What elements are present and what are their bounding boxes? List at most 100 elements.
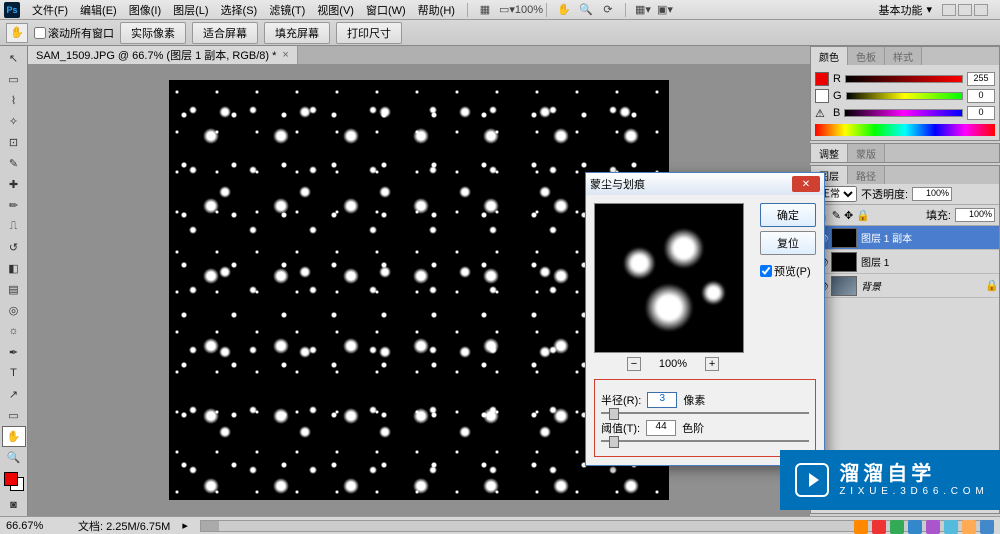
- layer-row[interactable]: 👁 图层 1: [811, 250, 999, 274]
- tab-swatches[interactable]: 色板: [848, 47, 885, 65]
- dialog-close-button[interactable]: ✕: [792, 176, 820, 192]
- hand-tool-icon[interactable]: ✋: [6, 23, 28, 43]
- move-tool-icon[interactable]: ↖: [2, 48, 26, 69]
- rotate-icon[interactable]: ⟳: [599, 2, 617, 18]
- tray-icon[interactable]: [980, 520, 994, 534]
- dialog-titlebar[interactable]: 蒙尘与划痕 ✕: [586, 173, 824, 195]
- preview-checkbox[interactable]: 预览(P): [760, 263, 816, 279]
- opacity-value[interactable]: 100%: [912, 187, 952, 201]
- tray-icons: [854, 520, 994, 534]
- type-tool-icon[interactable]: T: [2, 363, 26, 384]
- watermark-title: 溜溜自学: [839, 462, 984, 486]
- spectrum-bar[interactable]: [815, 124, 995, 136]
- shape-tool-icon[interactable]: ▭: [2, 405, 26, 426]
- menu-help[interactable]: 帮助(H): [412, 0, 461, 20]
- dodge-tool-icon[interactable]: ☼: [2, 321, 26, 342]
- hand-icon[interactable]: ✋: [555, 2, 573, 18]
- color-swatch[interactable]: [4, 472, 24, 491]
- fg-chip[interactable]: [815, 72, 829, 86]
- crop-tool-icon[interactable]: ⊡: [2, 132, 26, 153]
- radius-slider[interactable]: [601, 412, 809, 414]
- document-tab-bar: SAM_1509.JPG @ 66.7% (图层 1 副本, RGB/8) * …: [28, 46, 810, 64]
- status-zoom[interactable]: 66.67%: [6, 520, 66, 532]
- bg-chip[interactable]: [815, 89, 829, 103]
- r-value[interactable]: 255: [967, 72, 995, 86]
- actual-pixels-button[interactable]: 实际像素: [120, 22, 186, 44]
- g-slider[interactable]: [846, 92, 963, 100]
- tab-adjustments[interactable]: 调整: [811, 144, 848, 162]
- marquee-tool-icon[interactable]: ▭: [2, 69, 26, 90]
- layer-row[interactable]: 👁 图层 1 副本: [811, 226, 999, 250]
- tab-color[interactable]: 颜色: [811, 47, 848, 65]
- zoom-in-button[interactable]: +: [705, 357, 719, 371]
- stamp-tool-icon[interactable]: ⎍: [2, 216, 26, 237]
- brush-tool-icon[interactable]: ✏: [2, 195, 26, 216]
- launch-bridge-icon[interactable]: ▦: [476, 2, 494, 18]
- fill-screen-button[interactable]: 填充屏幕: [264, 22, 330, 44]
- eraser-tool-icon[interactable]: ◧: [2, 258, 26, 279]
- history-brush-tool-icon[interactable]: ↺: [2, 237, 26, 258]
- close-tab-icon[interactable]: ×: [282, 49, 288, 61]
- menu-select[interactable]: 选择(S): [215, 0, 264, 20]
- view-extras-icon[interactable]: ▭▾: [498, 2, 516, 18]
- hand-tool-icon[interactable]: ✋: [2, 426, 26, 447]
- layer-row[interactable]: 👁 背景 🔒: [811, 274, 999, 298]
- scroll-all-windows-checkbox[interactable]: 滚动所有窗口: [34, 25, 114, 41]
- ok-button[interactable]: 确定: [760, 203, 816, 227]
- play-icon: [795, 463, 829, 497]
- pen-tool-icon[interactable]: ✒: [2, 342, 26, 363]
- screen-mode-icon[interactable]: ▣▾: [656, 2, 674, 18]
- menu-edit[interactable]: 编辑(E): [74, 0, 123, 20]
- workspace-switcher[interactable]: 基本功能▾: [870, 0, 996, 20]
- gradient-tool-icon[interactable]: ▤: [2, 279, 26, 300]
- document-tab[interactable]: SAM_1509.JPG @ 66.7% (图层 1 副本, RGB/8) * …: [28, 46, 298, 64]
- minimize-button[interactable]: [942, 4, 956, 16]
- zoom-tool-icon[interactable]: 🔍: [2, 447, 26, 468]
- r-slider[interactable]: [845, 75, 963, 83]
- b-slider[interactable]: [844, 109, 963, 117]
- fit-screen-button[interactable]: 适合屏幕: [192, 22, 258, 44]
- tray-icon[interactable]: [854, 520, 868, 534]
- dialog-preview[interactable]: [594, 203, 744, 353]
- radius-input[interactable]: 3: [647, 392, 677, 408]
- foreground-color[interactable]: [4, 472, 18, 486]
- tray-icon[interactable]: [872, 520, 886, 534]
- tray-icon[interactable]: [962, 520, 976, 534]
- b-value[interactable]: 0: [967, 106, 995, 120]
- restore-button[interactable]: [958, 4, 972, 16]
- color-panel: 颜色 色板 样式 R 255 G 0 ⚠ B 0: [810, 46, 1000, 141]
- reset-button[interactable]: 复位: [760, 231, 816, 255]
- path-tool-icon[interactable]: ↗: [2, 384, 26, 405]
- close-button[interactable]: [974, 4, 988, 16]
- opacity-label: 不透明度:: [861, 186, 908, 202]
- menu-image[interactable]: 图像(I): [123, 0, 167, 20]
- menu-file[interactable]: 文件(F): [26, 0, 74, 20]
- zoom-level[interactable]: 100%: [520, 2, 538, 18]
- tray-icon[interactable]: [944, 520, 958, 534]
- blur-tool-icon[interactable]: ◎: [2, 300, 26, 321]
- radius-label: 半径(R):: [601, 392, 641, 408]
- wand-tool-icon[interactable]: ✧: [2, 111, 26, 132]
- threshold-slider[interactable]: [601, 440, 809, 442]
- g-value[interactable]: 0: [967, 89, 995, 103]
- fill-value[interactable]: 100%: [955, 208, 995, 222]
- print-size-button[interactable]: 打印尺寸: [336, 22, 402, 44]
- tab-styles[interactable]: 样式: [885, 47, 922, 65]
- menu-filter[interactable]: 滤镜(T): [263, 0, 311, 20]
- quick-mask-icon[interactable]: ◙: [2, 495, 26, 516]
- eyedropper-tool-icon[interactable]: ✎: [2, 153, 26, 174]
- tray-icon[interactable]: [926, 520, 940, 534]
- arrange-icon[interactable]: ▦▾: [634, 2, 652, 18]
- tab-masks[interactable]: 蒙版: [848, 144, 885, 162]
- threshold-input[interactable]: 44: [646, 420, 676, 436]
- zoom-icon[interactable]: 🔍: [577, 2, 595, 18]
- tab-paths[interactable]: 路径: [848, 166, 885, 184]
- menu-layer[interactable]: 图层(L): [167, 0, 214, 20]
- menu-view[interactable]: 视图(V): [311, 0, 360, 20]
- menu-window[interactable]: 窗口(W): [360, 0, 412, 20]
- tray-icon[interactable]: [908, 520, 922, 534]
- tray-icon[interactable]: [890, 520, 904, 534]
- lasso-tool-icon[interactable]: ⌇: [2, 90, 26, 111]
- zoom-out-button[interactable]: −: [627, 357, 641, 371]
- healing-tool-icon[interactable]: ✚: [2, 174, 26, 195]
